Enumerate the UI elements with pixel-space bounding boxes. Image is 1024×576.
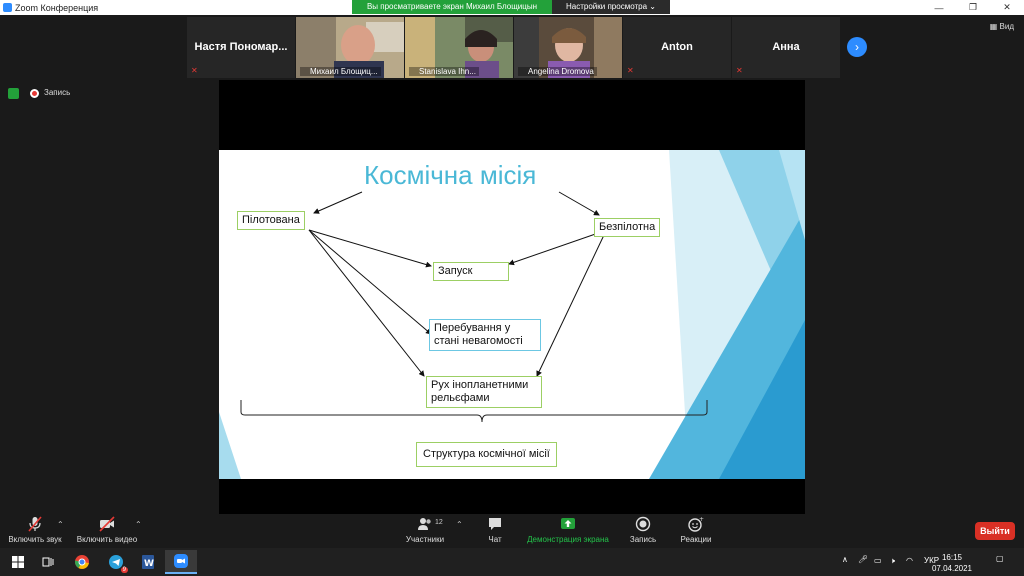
box-text: Безпілотна [599, 221, 656, 233]
view-options-button[interactable]: Настройки просмотра ⌄ [552, 0, 670, 14]
participant-tile[interactable]: Настя Пономар... ✕ [187, 17, 295, 78]
participant-name: Михаил Блощиц... [300, 67, 381, 76]
participants-count: 12 [435, 519, 443, 526]
window-title: Zoom Конференция [15, 2, 99, 13]
share-screen-icon [561, 518, 575, 529]
participant-name: Stanislava Ihn... [409, 67, 479, 76]
chat-label: Чат [488, 535, 502, 544]
record-icon [635, 516, 651, 532]
start-video-button[interactable]: Включить видео [74, 516, 140, 544]
participants-options-icon[interactable]: ⌃ [456, 520, 463, 529]
presentation-slide: Космічна місія Пілотована Безпілотна Зап… [219, 150, 805, 479]
participant-name: Anton [661, 41, 693, 53]
windows-start-icon[interactable] [8, 552, 28, 572]
start-video-label: Включить видео [76, 535, 138, 544]
box-text: Пілотована [242, 214, 300, 226]
notification-badge: 9 [120, 567, 128, 573]
mic-muted-icon [28, 516, 42, 532]
box-piloted: Пілотована [237, 211, 305, 230]
zoom-window: Zoom Конференция — ❐ ✕ Вы просматриваете… [0, 0, 1024, 576]
box-text: Перебування у [434, 322, 511, 334]
participants-label: Участники [405, 535, 445, 544]
reactions-label: Реакции [680, 535, 712, 544]
minimize-icon[interactable]: — [922, 0, 956, 15]
participant-name: Анна [772, 41, 800, 53]
clock-time: 16:15 [941, 553, 962, 562]
network-icon[interactable]: ▭ [874, 556, 882, 565]
audio-options-icon[interactable]: ⌃ [57, 520, 64, 529]
mic-muted-icon: ✕ [627, 66, 634, 75]
wifi-icon[interactable]: ◠ [906, 556, 913, 565]
unmute-label: Включить звук [8, 535, 62, 544]
recording-icon [30, 89, 39, 98]
unmute-button[interactable]: Включить звук [5, 516, 65, 544]
microphone-tray-icon[interactable]: 🎤︎ [858, 555, 868, 564]
leave-button[interactable]: Выйти [975, 522, 1015, 540]
clock-date: 07.04.2021 [931, 564, 972, 573]
telegram-icon[interactable]: 9 [106, 552, 128, 573]
windows-taskbar: 9 W ∧ 🎤︎ ▭ 🕨︎ ◠ УКР 16:15 07.04.2021 ▢ [0, 548, 1024, 576]
window-controls: — ❐ ✕ [922, 0, 1024, 15]
participant-tile[interactable]: Михаил Блощиц... [296, 17, 404, 78]
box-launch: Запуск [433, 262, 509, 281]
task-view-icon[interactable] [38, 552, 58, 572]
video-off-icon [99, 516, 115, 532]
clock[interactable]: 16:15 07.04.2021 [932, 552, 972, 574]
view-button[interactable]: ▦ Вид [990, 22, 1014, 31]
shield-icon[interactable] [8, 88, 19, 99]
reactions-icon: + [688, 516, 704, 532]
box-text: Структура космічної місії [423, 448, 550, 460]
box-text: Запуск [438, 265, 473, 277]
share-screen-button[interactable]: Демонстрация экрана [524, 516, 612, 544]
box-text: рельєфами [431, 392, 490, 404]
svg-text:W: W [144, 559, 154, 569]
mic-muted-icon: ✕ [191, 66, 198, 75]
participant-tile[interactable]: Anton ✕ [623, 17, 731, 78]
record-button[interactable]: Запись [623, 516, 663, 544]
video-options-icon[interactable]: ⌃ [135, 520, 142, 529]
zoom-app-icon [3, 3, 12, 12]
slide-graphics [219, 150, 805, 479]
volume-muted-icon[interactable]: 🕨︎ [890, 556, 895, 566]
box-text: стані невагомості [434, 335, 523, 347]
participant-tile[interactable]: Angelina Dromova [514, 17, 622, 78]
box-weightlessness: Перебування у стані невагомості [429, 319, 541, 351]
slide-title: Космічна місія [364, 160, 537, 190]
participant-name: Настя Пономар... [194, 41, 288, 53]
reactions-button[interactable]: + Реакции [676, 516, 716, 544]
zoom-taskbar-icon[interactable] [165, 550, 197, 574]
participant-name: Angelina Dromova [518, 67, 597, 76]
box-text: Рух інопланетними [431, 379, 529, 391]
box-terrain: Рух інопланетними рельєфами [426, 376, 542, 408]
share-screen-label: Демонстрация экрана [527, 535, 609, 544]
close-icon[interactable]: ✕ [990, 0, 1024, 15]
viewing-message: Вы просматриваете экран Михаил Блощицын [352, 0, 552, 14]
chat-button[interactable]: Чат [478, 516, 512, 544]
svg-text:+: + [699, 516, 704, 523]
maximize-icon[interactable]: ❐ [956, 0, 990, 15]
viewing-banner: Вы просматриваете экран Михаил Блощицын … [352, 0, 670, 14]
recording-label: Запись [44, 88, 71, 97]
chrome-icon[interactable] [72, 552, 92, 572]
notifications-icon[interactable]: ▢ [996, 554, 1004, 563]
tray-overflow-icon[interactable]: ∧ [842, 555, 848, 564]
box-unpiloted: Безпілотна [594, 218, 661, 237]
gallery-next-icon[interactable]: › [847, 37, 867, 57]
mic-muted-icon: ✕ [736, 66, 743, 75]
record-label: Запись [629, 535, 657, 544]
chat-icon [489, 518, 501, 530]
box-structure: Структура космічної місії [416, 442, 557, 467]
word-icon[interactable]: W [138, 552, 158, 572]
participant-tile[interactable]: Stanislava Ihn... [405, 17, 513, 78]
participants-icon [418, 518, 431, 530]
participant-tile[interactable]: Анна ✕ [732, 17, 840, 78]
